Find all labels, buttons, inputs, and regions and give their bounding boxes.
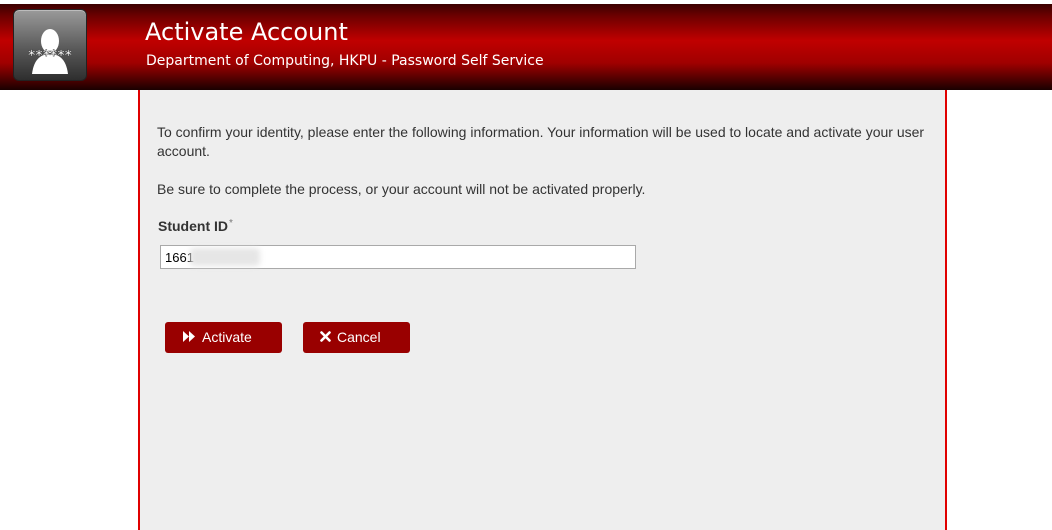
activate-button[interactable]: Activate <box>165 322 282 353</box>
fast-forward-icon <box>183 322 196 353</box>
redacted-value-mask <box>190 248 260 266</box>
form-panel: To confirm your identity, please enter t… <box>138 90 947 530</box>
cancel-button[interactable]: Cancel <box>303 322 410 353</box>
cancel-button-label: Cancel <box>337 329 381 345</box>
page-title: Activate Account <box>145 18 348 46</box>
warning-text: Be sure to complete the process, or your… <box>157 181 646 197</box>
app-logo: ****** <box>13 9 87 81</box>
required-mark: * <box>229 218 233 229</box>
intro-text: To confirm your identity, please enter t… <box>157 124 925 159</box>
student-id-label-text: Student ID <box>158 218 228 234</box>
svg-text:******: ****** <box>28 48 73 64</box>
user-password-icon: ****** <box>28 29 73 74</box>
close-icon <box>320 322 331 353</box>
activate-button-label: Activate <box>202 329 252 345</box>
header-top-edge <box>0 0 1052 4</box>
page-header: ****** Activate Account Department of Co… <box>0 0 1052 90</box>
page-subtitle: Department of Computing, HKPU - Password… <box>146 53 544 69</box>
student-id-label: Student ID* <box>158 218 233 234</box>
